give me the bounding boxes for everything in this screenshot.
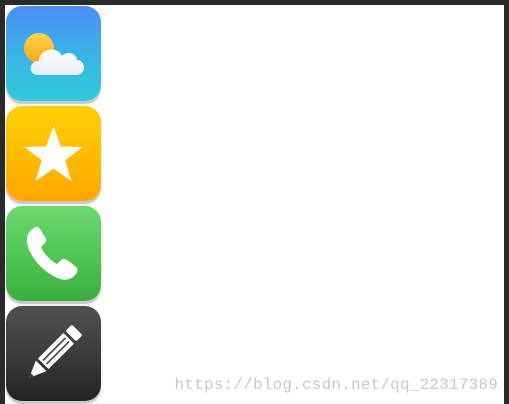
favorites-app-button[interactable] (6, 106, 101, 201)
pencil-icon (29, 325, 82, 378)
watermark-text: https://blog.csdn.net/qq_22317389 (174, 376, 498, 394)
window-frame: https://blog.csdn.net/qq_22317389 (0, 0, 509, 404)
weather-app-button[interactable] (6, 6, 101, 101)
phone-app-button[interactable] (6, 206, 101, 301)
weather-cloud-sun-icon (24, 33, 84, 75)
star-icon (24, 126, 83, 181)
content-canvas: https://blog.csdn.net/qq_22317389 (5, 5, 504, 404)
app-icon-column (6, 6, 102, 404)
notes-app-button[interactable] (6, 306, 101, 401)
phone-handset-icon (26, 226, 78, 280)
